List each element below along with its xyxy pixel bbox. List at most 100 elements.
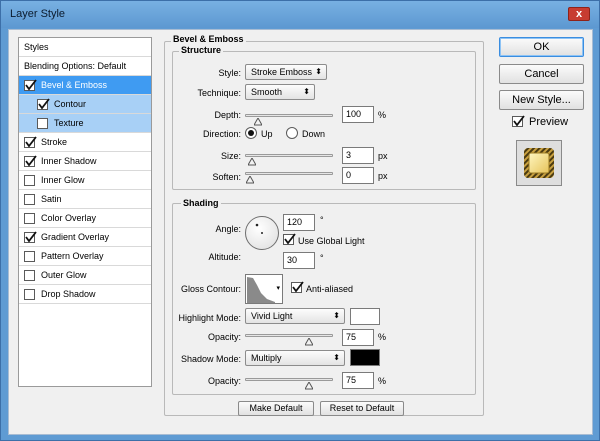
gloss-contour-label: Gloss Contour:	[180, 284, 241, 294]
highlight-color-swatch[interactable]	[350, 308, 380, 325]
preview-checkbox[interactable]	[512, 115, 525, 127]
highlight-opacity-slider-thumb[interactable]	[304, 338, 313, 346]
cancel-button[interactable]: Cancel	[499, 64, 584, 84]
contour-curve-icon	[247, 277, 275, 303]
checkmark-icon	[38, 98, 50, 110]
style-item-stroke[interactable]: Stroke	[19, 133, 151, 152]
size-input[interactable]: 3	[342, 147, 374, 164]
angle-unit: °	[320, 215, 324, 225]
highlight-opacity-label: Opacity:	[207, 332, 241, 342]
size-slider-thumb[interactable]	[248, 158, 257, 166]
style-item-label: Texture	[54, 118, 84, 128]
angle-input[interactable]: 120	[283, 214, 315, 231]
highlight-mode-value: Vivid Light	[251, 311, 293, 321]
style-item-outer-glow[interactable]: Outer Glow	[19, 266, 151, 285]
highlight-opacity-slider-track[interactable]	[245, 334, 333, 346]
direction-label: Direction:	[202, 129, 241, 139]
direction-up-label: Up	[261, 129, 273, 139]
altitude-input[interactable]: 30	[283, 252, 315, 269]
preview-label: Preview	[529, 116, 569, 128]
soften-slider-thumb[interactable]	[246, 176, 254, 184]
style-item-contour[interactable]: Contour	[19, 95, 151, 114]
soften-slider-track[interactable]	[245, 172, 333, 184]
style-item-label: Stroke	[41, 137, 68, 147]
use-global-light-checkbox[interactable]	[283, 233, 296, 245]
shadow-mode-select[interactable]: Multiply ⬍	[245, 350, 345, 366]
dialog-title: Layer Style	[10, 8, 66, 20]
style-item-inner-shadow[interactable]: Inner Shadow	[19, 152, 151, 171]
reset-to-default-button[interactable]: Reset to Default	[320, 401, 404, 416]
altitude-unit: °	[320, 253, 324, 263]
style-item-label: Drop Shadow	[41, 289, 96, 299]
style-item-checkbox[interactable]	[24, 155, 37, 167]
style-item-label: Outer Glow	[41, 270, 87, 280]
blending-options-item[interactable]: Blending Options: Default	[19, 57, 151, 76]
style-item-checkbox[interactable]	[24, 251, 35, 262]
style-item-satin[interactable]: Satin	[19, 190, 151, 209]
checkmark-icon	[292, 281, 304, 293]
style-item-texture[interactable]: Texture	[19, 114, 151, 133]
anti-aliased-checkbox[interactable]	[291, 281, 304, 293]
new-style-button[interactable]: New Style...	[499, 90, 584, 110]
dropdown-arrow-icon: ▾	[276, 285, 280, 292]
shadow-opacity-input[interactable]: 75	[342, 372, 374, 389]
direction-down-label: Down	[302, 129, 326, 139]
soften-input[interactable]: 0	[342, 167, 374, 184]
checkmark-icon	[284, 233, 296, 245]
close-button[interactable]: x	[568, 7, 590, 21]
styles-header-label: Styles	[24, 42, 49, 52]
style-label: Style:	[218, 68, 241, 78]
style-item-color-overlay[interactable]: Color Overlay	[19, 209, 151, 228]
style-item-drop-shadow[interactable]: Drop Shadow	[19, 285, 151, 304]
highlight-mode-select[interactable]: Vivid Light ⬍	[245, 308, 345, 324]
use-global-light-label: Use Global Light	[298, 236, 365, 246]
style-item-checkbox[interactable]	[24, 289, 35, 300]
style-item-bevel-emboss[interactable]: Bevel & Emboss	[19, 76, 151, 95]
depth-slider-thumb[interactable]	[253, 118, 262, 126]
bevel-emboss-heading: Bevel & Emboss	[171, 34, 246, 44]
style-item-gradient-overlay[interactable]: Gradient Overlay	[19, 228, 151, 247]
updown-arrows-icon: ⬍	[333, 311, 340, 320]
style-select[interactable]: Stroke Emboss ⬍	[245, 64, 327, 80]
checkmark-icon	[25, 231, 37, 243]
style-item-inner-glow[interactable]: Inner Glow	[19, 171, 151, 190]
style-item-checkbox[interactable]	[24, 194, 35, 205]
technique-select[interactable]: Smooth ⬍	[245, 84, 315, 100]
size-slider-track[interactable]	[245, 154, 333, 166]
updown-arrows-icon: ⬍	[315, 67, 322, 76]
depth-slider-track[interactable]	[245, 114, 333, 126]
direction-up-radio[interactable]	[245, 127, 257, 139]
highlight-opacity-input[interactable]: 75	[342, 329, 374, 346]
style-item-checkbox[interactable]	[24, 231, 37, 243]
style-item-pattern-overlay[interactable]: Pattern Overlay	[19, 247, 151, 266]
blending-options-label: Blending Options: Default	[24, 61, 127, 71]
depth-input[interactable]: 100	[342, 106, 374, 123]
style-item-checkbox[interactable]	[37, 118, 48, 129]
make-default-button[interactable]: Make Default	[238, 401, 314, 416]
style-item-label: Gradient Overlay	[41, 232, 110, 242]
style-item-checkbox[interactable]	[37, 98, 50, 110]
styles-header[interactable]: Styles	[19, 38, 151, 57]
shadow-color-swatch[interactable]	[350, 349, 380, 366]
style-item-label: Satin	[41, 194, 62, 204]
angle-label: Angle:	[215, 224, 241, 234]
direction-down-radio[interactable]	[286, 127, 298, 139]
style-item-checkbox[interactable]	[24, 175, 35, 186]
style-item-checkbox[interactable]	[24, 136, 37, 148]
style-item-checkbox[interactable]	[24, 213, 35, 224]
shadow-opacity-unit: %	[378, 376, 387, 386]
shadow-opacity-slider-thumb[interactable]	[304, 382, 313, 390]
styles-list: Styles Blending Options: Default Bevel &…	[18, 37, 152, 387]
gloss-contour-picker[interactable]: ▾	[245, 274, 283, 304]
technique-label: Technique:	[197, 88, 241, 98]
dialog-client-area: Styles Blending Options: Default Bevel &…	[8, 29, 593, 435]
angle-dial[interactable]	[245, 216, 279, 250]
style-item-checkbox[interactable]	[24, 270, 35, 281]
checkmark-icon	[25, 136, 37, 148]
style-item-checkbox[interactable]	[24, 79, 37, 91]
style-item-label: Inner Glow	[41, 175, 85, 185]
title-bar[interactable]: Layer Style x	[1, 1, 599, 28]
shadow-opacity-slider-track[interactable]	[245, 378, 333, 390]
shading-heading: Shading	[181, 198, 221, 208]
ok-button[interactable]: OK	[499, 37, 584, 57]
